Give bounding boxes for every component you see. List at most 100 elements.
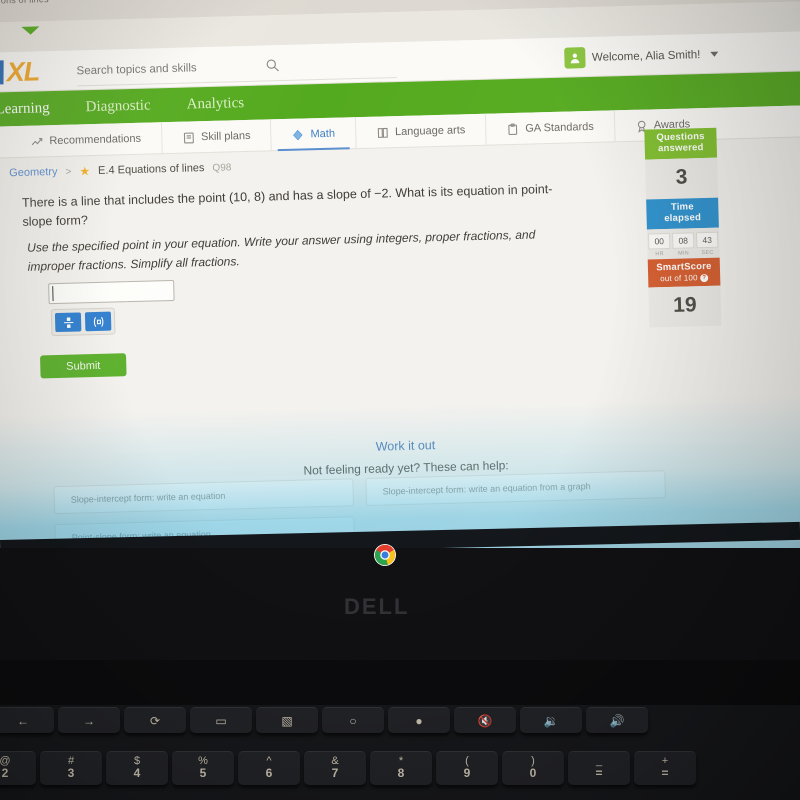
logo-xl-text: XL (6, 55, 40, 87)
key-9[interactable]: (9 (436, 751, 498, 785)
breadcrumb-skill: E.4 Equations of lines (97, 162, 205, 177)
chrome-icon[interactable] (374, 544, 396, 566)
ixl-logo[interactable]: XL (0, 55, 57, 87)
breadcrumb-separator: > (65, 166, 72, 178)
question-card: There is a line that includes the point … (0, 168, 630, 445)
smartscore-badge: SmartScore out of 100 ? (647, 257, 721, 288)
clipboard-icon (508, 123, 518, 135)
browser-tab-title[interactable]: ...ons of lines (0, 0, 49, 6)
help-card[interactable]: Slope-intercept form: write an equation (53, 478, 355, 515)
key-7[interactable]: & 7 (304, 751, 366, 785)
book-icon (377, 127, 388, 138)
reload-key[interactable]: ⟳ (124, 707, 186, 733)
volume-up-key[interactable]: 🔊 (586, 707, 648, 733)
math-toolbar (50, 307, 116, 337)
timer-seconds: 43 SEC (696, 231, 719, 256)
timer-minutes: 08 MIN (672, 232, 695, 257)
laptop-keyboard: ← → ⟳ ▭ ▧ ○ ● 🔇 🔉 🔊 @2 #3 $4 % 5 ^ 6 & 7 * 8… (0, 705, 800, 800)
smartscore-value: 19 (648, 285, 722, 328)
timer-seconds-unit: SEC (701, 249, 714, 256)
question-prompt: There is a line that includes the point … (21, 182, 553, 230)
key-2[interactable]: @2 (0, 751, 36, 785)
answer-input[interactable] (48, 279, 175, 305)
submit-button[interactable]: Submit (40, 353, 127, 379)
star-icon[interactable]: ★ (79, 164, 90, 178)
timer-seconds-value: 43 (696, 231, 719, 248)
timer-hours: 00 HR (648, 232, 671, 258)
parentheses-button[interactable] (84, 311, 112, 332)
breadcrumb-subject[interactable]: Geometry (9, 166, 58, 179)
key-7-base: 7 (331, 766, 339, 781)
score-panel: Questions answered 3 Time elapsed 00 HR … (644, 127, 722, 328)
key-4-base: 4 (133, 766, 141, 781)
question-instruction: Use the specified point in your equation… (27, 227, 536, 274)
chevron-down-icon[interactable] (710, 51, 719, 57)
user-menu[interactable]: Welcome, Alia Smith! (563, 44, 719, 69)
back-key[interactable]: ← (0, 707, 54, 733)
laptop-screen: ...ons of lines O... XL Welcome, Al (0, 0, 800, 575)
fullscreen-key[interactable]: ▭ (190, 707, 252, 733)
dell-brand-logo: DELL (344, 594, 410, 619)
smartscore-sub: out of 100 (660, 272, 698, 283)
tab-skill-plans-label: Skill plans (200, 129, 251, 144)
overview-key[interactable]: ▧ (256, 707, 318, 733)
user-avatar-icon (563, 47, 586, 69)
skill-plans-icon (183, 131, 194, 144)
key-9-base: 9 (463, 766, 471, 781)
key-minus-base: = (595, 766, 603, 781)
key-3-base: 3 (67, 766, 75, 781)
timer: 00 HR 08 MIN 43 SEC (646, 227, 720, 260)
logo-i-bar (0, 60, 4, 85)
key-6-base: 6 (265, 766, 273, 781)
brightness-down-key[interactable]: ○ (322, 707, 384, 733)
help-card[interactable]: Slope-intercept form: write an equation … (365, 470, 666, 506)
recommendations-icon (31, 137, 43, 145)
timer-minutes-unit: MIN (677, 250, 690, 257)
tab-math[interactable]: Math (271, 117, 357, 152)
nav-active-notch (21, 26, 40, 35)
key-5-base: 5 (199, 766, 207, 781)
timer-hours-unit: HR (655, 250, 664, 258)
laptop-hinge (0, 660, 800, 710)
keyboard-number-row: @2 #3 $4 % 5 ^ 6 & 7 * 8 (9 ) 0 _ = + = (0, 751, 696, 785)
volume-down-key[interactable]: 🔉 (520, 707, 582, 733)
question-code: Q98 (212, 161, 232, 174)
tab-language-arts-label: Language arts (394, 124, 466, 139)
math-diamond-icon (293, 129, 303, 140)
timer-hours-value: 00 (648, 232, 671, 250)
mute-key[interactable]: 🔇 (454, 707, 516, 733)
brightness-up-key[interactable]: ● (388, 707, 450, 733)
key-equals[interactable]: + = (634, 751, 696, 785)
key-equals-base: = (661, 766, 669, 781)
tab-skill-plans[interactable]: Skill plans (161, 119, 272, 155)
fraction-button[interactable] (54, 312, 82, 333)
tab-language-arts[interactable]: Language arts (355, 113, 487, 150)
nav-item-analytics[interactable]: Analytics (186, 95, 244, 113)
questions-answered-value: 3 (645, 157, 719, 200)
nav-item-diagnostic[interactable]: Diagnostic (85, 97, 150, 116)
key-minus[interactable]: _ = (568, 751, 630, 785)
breadcrumb: Geometry > ★ E.4 Equations of lines Q98 (9, 160, 232, 180)
nav-item-learning[interactable]: Learning (0, 100, 50, 118)
info-icon[interactable]: ? (700, 273, 709, 282)
laptop-photo: ...ons of lines O... XL Welcome, Al (0, 0, 800, 800)
forward-key[interactable]: → (58, 707, 120, 733)
time-elapsed-label: Time elapsed (646, 197, 719, 230)
key-0-base: 0 (529, 766, 537, 781)
tab-math-label: Math (310, 127, 336, 141)
tab-recommendations[interactable]: Recommendations (9, 122, 163, 159)
key-0[interactable]: ) 0 (502, 751, 564, 785)
welcome-text: Welcome, Alia Smith! (591, 48, 701, 64)
key-8[interactable]: * 8 (370, 751, 432, 785)
search-icon[interactable] (265, 58, 279, 72)
timer-minutes-value: 08 (672, 232, 695, 249)
key-8-base: 8 (397, 766, 405, 781)
tab-ga-standards[interactable]: GA Standards (485, 110, 616, 146)
key-6[interactable]: ^ 6 (238, 751, 300, 785)
key-5[interactable]: % 5 (172, 751, 234, 785)
tab-recommendations-label: Recommendations (49, 132, 142, 148)
questions-answered-label: Questions answered (644, 127, 718, 160)
key-4[interactable]: $4 (106, 751, 168, 785)
key-3[interactable]: #3 (40, 751, 102, 785)
fraction-icon (63, 316, 73, 328)
